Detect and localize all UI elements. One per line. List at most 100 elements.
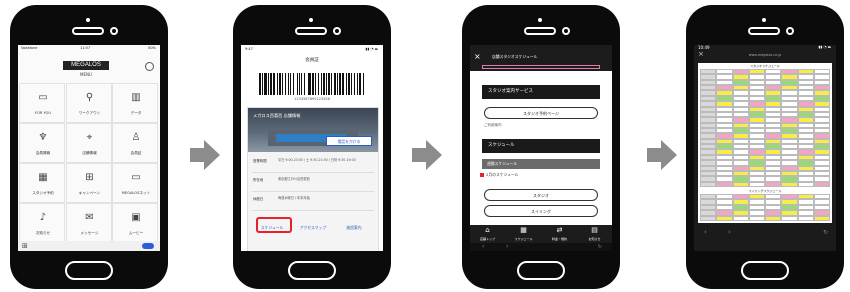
- menu-item-label: キャンペーン: [78, 191, 101, 195]
- timetable-cell: [732, 215, 749, 221]
- back-icon[interactable]: ‹: [482, 243, 484, 251]
- menu-item[interactable]: ▦ スタジオ予約: [19, 163, 65, 203]
- speaker: [72, 27, 104, 35]
- home-button[interactable]: [517, 261, 565, 280]
- barcode-bar: [362, 73, 364, 95]
- calendar-icon[interactable]: ▦: [506, 226, 541, 234]
- barcode-bar: [293, 73, 295, 95]
- barcode-bar: [322, 73, 325, 95]
- timetable-cell: [765, 215, 782, 221]
- swim-timetable: [700, 194, 830, 221]
- barcode-bar: [268, 73, 269, 95]
- close-icon[interactable]: ×: [474, 53, 481, 61]
- transfer-icon[interactable]: ⇄: [542, 226, 577, 234]
- speaker: [524, 27, 556, 35]
- menu-item-label: 会員証: [130, 151, 142, 155]
- cart-icon[interactable]: ⊞: [22, 242, 28, 250]
- forward-icon[interactable]: ›: [506, 243, 508, 251]
- chat-badge[interactable]: [142, 243, 154, 249]
- tab-schedule[interactable]: スケジュール: [506, 237, 541, 241]
- menu-item[interactable]: ⊞ キャンペーン: [65, 163, 112, 203]
- menu-item[interactable]: ✉ メッセージ: [65, 203, 112, 243]
- menu-item[interactable]: ▣ ムービー: [112, 203, 158, 243]
- menu-item[interactable]: ♪ お知らせ: [19, 203, 65, 243]
- barcode-bar: [285, 73, 286, 95]
- sensor-dot: [309, 18, 313, 22]
- card-icon: ▭: [38, 92, 48, 103]
- month-note: 2月のスケジュール: [486, 172, 519, 177]
- dumbbell-icon: ⚲: [85, 92, 94, 103]
- doc-title-2: スイミングスケジュール: [748, 189, 782, 193]
- barcode-bar: [314, 73, 316, 95]
- barcode-bar: [350, 73, 352, 95]
- home-button[interactable]: [65, 261, 113, 280]
- studio-reserve-button[interactable]: スタジオ予約ページ: [484, 107, 598, 119]
- link-facility[interactable]: 施設案内: [336, 222, 372, 234]
- gear-icon[interactable]: [145, 62, 154, 71]
- menu-item[interactable]: ▭ FOR YOU: [19, 83, 65, 123]
- info-row-value: 平日 9:00-23:00 / 土 9:30-21:00 / 日祝 9:30-1…: [278, 158, 356, 162]
- sensor-dot: [86, 18, 90, 22]
- tab-bar: ⌂ 店舗トップ ▦ スケジュール ⇄ 料金・規約 ▤ お知らせ: [470, 225, 612, 243]
- news-icon[interactable]: ▤: [577, 226, 612, 234]
- barcode-bar: [337, 73, 339, 95]
- forward-icon[interactable]: ›: [728, 228, 731, 236]
- studio-schedule-button[interactable]: スタジオ: [484, 189, 598, 201]
- menu-item[interactable]: ⚲ ワークアウト: [65, 83, 112, 123]
- barcode-bar: [333, 73, 337, 95]
- reload-icon[interactable]: ↻: [823, 229, 828, 236]
- status-time: 9:47: [245, 47, 253, 51]
- barcode-bar: [328, 73, 331, 95]
- tab-news[interactable]: お知らせ: [577, 237, 612, 241]
- barcode-bar: [278, 73, 281, 95]
- timetable-cell: [716, 181, 733, 187]
- menu-item-label: データ: [130, 111, 142, 115]
- speaker: [295, 27, 327, 35]
- barcode-bar: [261, 73, 263, 95]
- mail-icon: ✉: [85, 212, 94, 223]
- info-row-value: 東京都江戸川区西葛西: [278, 177, 310, 181]
- barcode-bar: [325, 73, 327, 95]
- menu-item-label: FOR YOU: [35, 111, 51, 115]
- timetable-cell: [813, 181, 830, 187]
- timetable-cell: [797, 181, 814, 187]
- barcode-bar: [304, 73, 305, 95]
- barcode-bar: [339, 73, 341, 95]
- screen-timetable: 10:49 ▮▮ ◔ ▬ × www.megalos.co.jp スタジオスケジ…: [694, 45, 836, 251]
- bottom-area: ⊞: [18, 241, 160, 251]
- swim-schedule-button[interactable]: スイミング: [484, 205, 598, 217]
- back-icon[interactable]: ‹: [704, 228, 707, 236]
- timetable-cell: [781, 181, 798, 187]
- tab-store[interactable]: 店舗トップ: [470, 237, 505, 241]
- weekly-schedule-header: 週間スケジュール: [482, 159, 600, 169]
- red-marker: [480, 173, 484, 177]
- barcode-bar: [341, 73, 345, 95]
- timetable-cell: [732, 181, 749, 187]
- status-icons: ▮▮ ◔ ▬: [818, 45, 831, 49]
- url-bar: www.megalos.co.jp: [748, 53, 782, 57]
- home-button[interactable]: [288, 261, 336, 280]
- divider: [252, 172, 374, 173]
- menu-item[interactable]: ▥ データ: [112, 83, 158, 123]
- note-guide[interactable]: ご利用案内: [484, 123, 502, 128]
- menu-item[interactable]: ▭ MEGALOSネット: [112, 163, 158, 203]
- barcode-bar: [348, 73, 350, 95]
- menu-item[interactable]: ⌖ 店舗情報: [65, 123, 112, 163]
- food-icon: ♆: [38, 132, 48, 143]
- phone-frame-4: 10:49 ▮▮ ◔ ▬ × www.megalos.co.jp スタジオスケジ…: [686, 5, 844, 289]
- home-button[interactable]: [741, 261, 789, 280]
- sensor-dot: [762, 18, 766, 22]
- menu-item[interactable]: ♆ 会員情報: [19, 123, 65, 163]
- reload-icon[interactable]: ↻: [598, 243, 602, 251]
- link-access[interactable]: アクセスマップ: [295, 222, 331, 234]
- menu-item[interactable]: ♙ 会員証: [112, 123, 158, 163]
- barcode-bar: [281, 73, 283, 95]
- store-icon[interactable]: ⌂: [470, 226, 505, 234]
- tab-fees[interactable]: 料金・規約: [542, 237, 577, 241]
- info-row-label: 所在地: [253, 178, 264, 182]
- call-button[interactable]: 電話をかける: [326, 136, 372, 146]
- camera: [562, 27, 570, 35]
- barcode-bar: [357, 73, 358, 95]
- timetable-document: スタジオスケジュール スイミングスケジュール: [698, 63, 832, 223]
- barcode-bar: [298, 73, 301, 95]
